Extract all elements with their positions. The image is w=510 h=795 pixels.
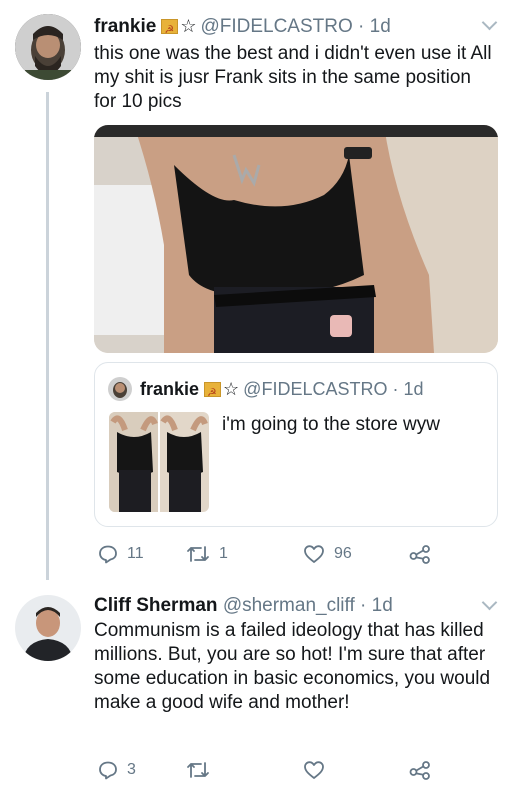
quote-handle: @FIDELCASTRO	[243, 379, 388, 399]
star-icon: ☆	[180, 16, 197, 36]
star-icon: ☆	[223, 379, 240, 399]
share-icon	[409, 761, 430, 780]
quote-avatar	[108, 377, 132, 401]
quote-display-name: frankie	[140, 379, 200, 399]
share-icon	[409, 545, 430, 564]
flag-icon	[161, 18, 179, 42]
retweet-icon	[187, 546, 209, 562]
chevron-down-icon[interactable]	[481, 594, 498, 611]
handle[interactable]: @sherman_cliff	[223, 595, 355, 616]
retweet-icon	[187, 762, 209, 778]
quote-timestamp: 1d	[403, 379, 424, 399]
reply-button[interactable]: 3	[98, 760, 136, 780]
share-button[interactable]	[409, 544, 431, 564]
reply-icon	[99, 761, 117, 780]
retweet-button[interactable]	[186, 760, 219, 780]
avatar[interactable]	[15, 14, 81, 80]
tweet-header: Cliff Sherman @sherman_cliff · 1d	[94, 595, 393, 616]
chevron-down-icon[interactable]	[481, 14, 498, 31]
tweet-photo[interactable]	[94, 125, 498, 353]
timestamp[interactable]: 1d	[372, 595, 393, 616]
reply-button[interactable]: 11	[98, 544, 144, 564]
handle[interactable]: @FIDELCASTRO	[200, 16, 352, 37]
share-button[interactable]	[409, 760, 431, 780]
like-button[interactable]: 96	[303, 544, 352, 564]
like-icon	[304, 545, 324, 563]
quote-thumbnail	[109, 412, 209, 512]
like-button[interactable]	[303, 760, 334, 780]
quote-header: frankie☆@FIDELCASTRO · 1d	[140, 377, 424, 405]
tweet-header: frankie☆@FIDELCASTRO · 1d	[94, 14, 391, 42]
retweet-button[interactable]: 1	[186, 544, 228, 564]
tweet-text: this one was the best and i didn't even …	[94, 43, 492, 112]
display-name[interactable]: frankie	[94, 16, 156, 37]
thread-line	[46, 92, 49, 580]
retweet-count: 1	[219, 545, 228, 562]
like-count: 96	[334, 545, 352, 562]
quote-text: i'm going to the store wyw	[222, 414, 440, 435]
like-icon	[304, 761, 324, 779]
reply-icon	[99, 545, 117, 564]
quoted-tweet[interactable]: frankie☆@FIDELCASTRO · 1d i'm going to t…	[94, 362, 498, 527]
display-name[interactable]: Cliff Sherman	[94, 595, 218, 616]
reply-count: 3	[127, 761, 136, 778]
timestamp[interactable]: 1d	[370, 16, 391, 37]
flag-icon	[204, 381, 222, 405]
reply-count: 11	[127, 545, 144, 562]
tweet-text: Communism is a failed ideology that has …	[94, 620, 491, 713]
avatar[interactable]	[15, 595, 81, 661]
